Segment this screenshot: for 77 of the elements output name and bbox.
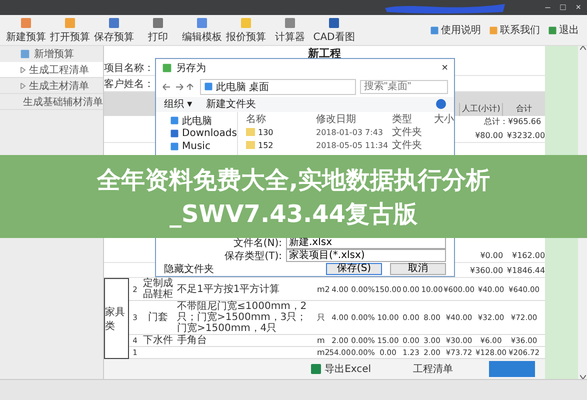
file-type: 文件夹 xyxy=(392,126,423,140)
dialog-title: 另存为 xyxy=(176,62,206,75)
field-label: 文件名(N): xyxy=(232,236,282,250)
column-header[interactable]: 修改日期 xyxy=(316,112,392,126)
field-label: 保存类型(T): xyxy=(224,250,282,263)
triangle-icon xyxy=(20,66,26,72)
folder-item[interactable]: 152 xyxy=(246,140,316,150)
sidebar-header: 新增预算 xyxy=(34,48,74,61)
column-header[interactable]: 类型 xyxy=(392,112,434,126)
sidebar-item[interactable]: 生成工程清单 xyxy=(0,62,103,78)
table-cell-text: ¥1846.44 xyxy=(506,266,546,274)
window-control[interactable]: – xyxy=(545,3,550,12)
table-cell-text: ¥162.00 xyxy=(511,250,546,260)
nav-item[interactable]: 此电脑 xyxy=(156,114,237,128)
help-icon[interactable] xyxy=(436,99,446,110)
folder-item[interactable]: 130 xyxy=(246,128,316,137)
sidebar-item[interactable]: 生成基础辅材清单 xyxy=(0,94,103,110)
organize-menu[interactable]: 组织 ▾ xyxy=(164,97,192,112)
table-cell-text: ¥0.00 xyxy=(479,250,504,260)
toolbar-link[interactable]: 使用说明 xyxy=(430,23,481,37)
action-button[interactable] xyxy=(489,361,536,378)
table-cell-text: 门套 xyxy=(147,312,169,323)
navigation-arrows-icon[interactable] xyxy=(162,82,196,91)
table-cell-text: ¥360.00 xyxy=(469,266,504,274)
toolbar-button[interactable]: 计算器 xyxy=(268,16,312,44)
new-folder-button[interactable]: 新建文件夹 xyxy=(206,97,256,112)
column-header[interactable]: 名称 xyxy=(246,112,316,126)
nav-item[interactable]: Music xyxy=(156,140,237,154)
toolbar-link[interactable]: 联系我们 xyxy=(489,23,540,37)
table-cell-text: ¥80.00 xyxy=(474,130,504,140)
toolbar-button[interactable]: 新建预算 xyxy=(4,16,48,44)
path-segment[interactable]: 桌面 xyxy=(249,80,269,94)
toolbar-link[interactable]: 退出 xyxy=(548,23,579,37)
close-button[interactable]: × xyxy=(442,62,448,74)
table-cell-text: m xyxy=(316,335,326,346)
table-cell-text: 不足1平方按1平方计算 xyxy=(176,284,281,294)
table-cell-text: m2 xyxy=(316,347,329,358)
export-button[interactable]: 导出Excel xyxy=(304,361,378,378)
group-cell: 家具类 xyxy=(104,278,129,359)
scroll-down-icon xyxy=(580,375,586,379)
column-header[interactable]: 大小 xyxy=(434,112,454,126)
window-control[interactable]: × xyxy=(576,3,581,12)
table-cell-text: 定制成品鞋柜 xyxy=(142,278,174,300)
table-cell-text: 只 xyxy=(316,312,326,323)
hide-folders-toggle[interactable]: 隐藏文件夹 xyxy=(164,262,214,276)
list-button[interactable]: 工程清单 xyxy=(407,361,460,378)
sidebar-item[interactable]: 生成主材清单 xyxy=(0,78,103,94)
project-title: 新工程 xyxy=(307,46,342,60)
table-cell-text: 手角台 xyxy=(176,335,208,346)
table-cell-text: 不带阻尼门宽≤1000mm，2只；门宽>1500mm，3只；门宽>1500mm，4只 xyxy=(176,301,308,334)
toolbar-button[interactable]: 打印 xyxy=(136,16,180,44)
modified-date: 2018-01-03 7:43 xyxy=(316,128,384,137)
modified-date: 2018-05-05 11:34 xyxy=(316,140,390,150)
cancel-button[interactable]: 取消 xyxy=(390,263,446,276)
toolbar-button[interactable]: 编辑模板 xyxy=(180,16,224,44)
scroll-up-icon xyxy=(580,46,586,50)
search-field[interactable]: 搜索"桌面" xyxy=(360,80,448,94)
address-bar[interactable]: 此电脑 桌面 xyxy=(200,78,356,95)
toolbar-button[interactable]: 打开预算 xyxy=(48,16,92,44)
window-control[interactable]: □ xyxy=(560,3,566,12)
field-label: 客户姓名： xyxy=(104,78,154,90)
table-cell-text: m2 xyxy=(316,284,329,294)
nav-item[interactable]: Downloads xyxy=(156,127,237,140)
caption-text: 全年资料免费大全,实地数据执行分析_SWV7.43.44复古版 xyxy=(96,164,492,230)
filetype-dropdown[interactable]: 家装项目(*.xlsx) xyxy=(286,249,446,262)
column-header: 人工(小计) xyxy=(459,103,502,116)
table-cell-text: ¥3232.00 xyxy=(506,130,546,140)
path-segment[interactable]: 此电脑 xyxy=(216,80,246,94)
file-type: 文件夹 xyxy=(392,138,423,152)
save-button[interactable]: 保存(S) xyxy=(326,263,382,276)
total-amount: 总计：¥965.66 xyxy=(484,116,542,128)
table-cell-text: 下水件 xyxy=(142,335,174,346)
triangle-icon xyxy=(20,82,26,88)
toolbar-button[interactable]: CAD看图 xyxy=(312,16,356,44)
toolbar-button[interactable]: 保存预算 xyxy=(92,16,136,44)
toolbar-button[interactable]: 报价预算 xyxy=(224,16,268,44)
field-label: 项目名称： xyxy=(104,62,154,74)
